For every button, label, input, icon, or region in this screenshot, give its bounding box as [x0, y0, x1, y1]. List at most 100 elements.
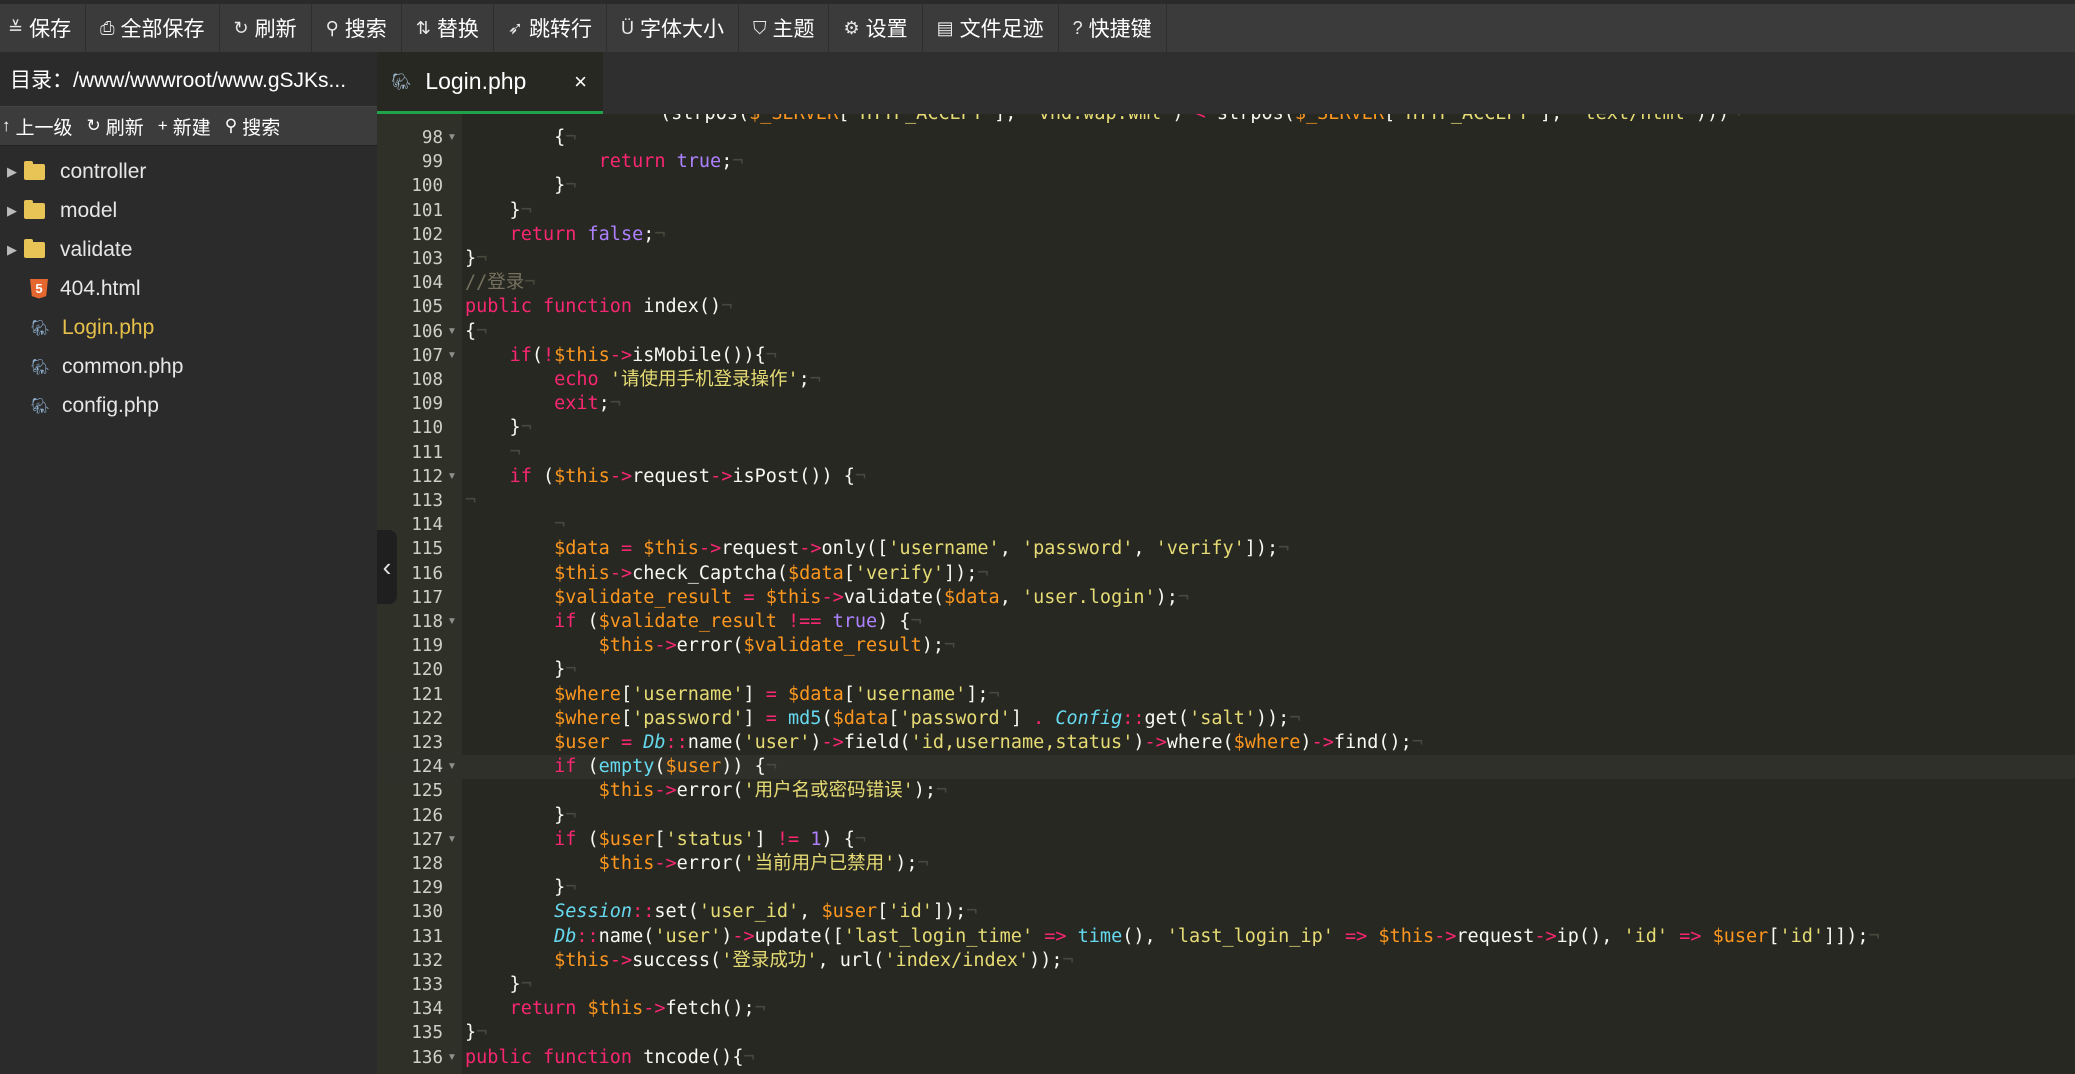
code-line: 131 Db::name('user')->update(['last_logi…	[377, 925, 2075, 949]
code-text: if ($validate_result !== true) {¬	[554, 611, 922, 632]
search-button[interactable]: ⚲ 搜索	[312, 4, 402, 52]
fold-arrow-icon[interactable]: ▼	[447, 755, 457, 779]
toolbar-label: 搜索	[344, 18, 387, 41]
fold-arrow-icon[interactable]: ▼	[447, 1046, 457, 1070]
line-number: 118	[411, 612, 443, 632]
code-line: 111 ¬	[377, 441, 2075, 465]
goto-line-icon: ➶	[507, 17, 523, 38]
collapse-sidebar-button[interactable]: ‹	[377, 530, 397, 604]
search-button[interactable]: ⚲ 搜索	[223, 113, 292, 140]
save-button[interactable]: ≚ 保存	[0, 4, 87, 52]
line-number: 129	[411, 878, 443, 899]
code-line: 110 }¬	[377, 416, 2075, 440]
line-number: 123	[411, 733, 443, 753]
sidebar-tool-label: 搜索	[242, 117, 281, 139]
code-line: 105 public function index()¬	[377, 295, 2075, 319]
code-text: $data = $this->request->only(['username'…	[554, 538, 1290, 560]
code-text: if ($this->request->isPost()) {¬	[509, 465, 867, 487]
folder-icon	[24, 238, 45, 258]
line-number: 107	[411, 345, 443, 366]
expand-arrow-icon[interactable]: ▶	[0, 164, 24, 180]
fold-arrow-icon[interactable]: ▼	[447, 344, 457, 368]
file-name: model	[60, 198, 118, 222]
code-text: }¬	[465, 417, 532, 439]
fold-arrow-icon[interactable]: ▼	[447, 828, 457, 852]
code-line: 115 $data = $this->request->only(['usern…	[377, 537, 2075, 561]
code-text: return false;¬	[509, 223, 666, 245]
line-number: 120	[411, 660, 443, 681]
code-text: }¬	[465, 175, 577, 197]
goto-line-button[interactable]: ➶ 跳转行	[494, 4, 607, 52]
code-text: if (empty($user)) {¬	[554, 756, 777, 778]
code-text: Db::name('user')->update(['last_login_ti…	[554, 925, 1880, 947]
line-number: 122	[411, 708, 443, 729]
code-line: 102 return false;¬	[377, 223, 2075, 247]
code-line: 119 $this->error($validate_result);¬	[377, 634, 2075, 658]
code-line: 109 exit;¬	[377, 392, 2075, 416]
file-item[interactable]: 🐘︎ config.php	[0, 386, 377, 425]
fold-arrow-icon[interactable]: ▼	[447, 465, 457, 489]
line-number: 112	[411, 466, 443, 487]
code-line: 117 $validate_result = $this->validate($…	[377, 586, 2075, 610]
file-name: 404.html	[60, 276, 141, 300]
save-all-button[interactable]: ⎙ 全部保存	[86, 4, 220, 52]
replace-button[interactable]: ⇅ 替换	[402, 4, 494, 52]
code-line: 107 ▼ if(!$this->isMobile()){¬	[377, 344, 2075, 368]
code-line: 98 ▼ {¬	[377, 126, 2075, 150]
code-text: }¬	[465, 1022, 488, 1044]
settings-button[interactable]: ⚙ 设置	[829, 4, 923, 52]
line-number: 124	[411, 757, 443, 778]
expand-arrow-icon[interactable]: ▶	[0, 242, 24, 258]
new-button[interactable]: + 新建	[156, 113, 223, 140]
font-size-icon: Ü	[620, 17, 634, 38]
line-number: 101	[411, 200, 443, 221]
code-line: 121 $where['username'] = $data['username…	[377, 683, 2075, 707]
editor-toolbar: ≚ 保存 ⎙ 全部保存 ↻ 刷新 ⚲ 搜索 ⇅ 替换 ➶ 跳转行 Ü 字体大小 ⛉ 主题 ⚙ 设置 ▤ 文件足迹? 快捷…	[0, 0, 2075, 52]
refresh-button[interactable]: ↻ 刷新	[220, 4, 312, 52]
refresh-icon: ↻	[233, 17, 249, 38]
code-line: 129 }¬	[377, 876, 2075, 900]
code-text: if ($user['status'] != 1) {¬	[554, 828, 867, 850]
up-level-button[interactable]: ↑ 上一级	[0, 113, 85, 140]
fold-arrow-icon[interactable]: ▼	[447, 610, 457, 634]
sidebar-tool-label: 上一级	[15, 117, 73, 139]
fold-arrow-icon[interactable]: ▼	[447, 126, 457, 150]
replace-icon: ⇅	[415, 17, 431, 38]
line-number: 135	[411, 1023, 443, 1044]
close-icon[interactable]: ×	[574, 69, 587, 95]
expand-arrow-icon[interactable]: ▶	[0, 203, 24, 219]
code-line: 108 echo '请使用手机登录操作';¬	[377, 368, 2075, 392]
folder-item[interactable]: ▶ validate	[0, 230, 377, 269]
file-tree: ▶ controller ▶ model ▶ validate 5 404.html 🐘︎ Log…	[0, 146, 377, 425]
folder-item[interactable]: ▶ model	[0, 191, 377, 230]
code-text: exit;¬	[554, 393, 621, 415]
code-line: 113 ¬	[377, 489, 2075, 513]
help-icon: ?	[1072, 17, 1083, 38]
folder-item[interactable]: ▶ controller	[0, 152, 377, 191]
refresh-button[interactable]: ↻ 刷新	[85, 113, 156, 140]
code-line: 135 }¬	[377, 1021, 2075, 1045]
file-item[interactable]: 🐘︎ common.php	[0, 347, 377, 386]
file-item[interactable]: 5 404.html	[0, 269, 377, 308]
code-line: 123 $user = Db::name('user')->field('id,…	[377, 731, 2075, 755]
file-item[interactable]: 🐘︎ Login.php	[0, 308, 377, 347]
tab-login-php[interactable]: 🐘︎ Login.php ×	[377, 52, 603, 114]
fold-arrow-icon[interactable]: ▼	[447, 320, 457, 344]
help-button[interactable]: ? 快捷键	[1059, 4, 1167, 52]
code-text: $this->error('用户名或密码错误');¬	[598, 780, 948, 802]
html5-file-icon: 5	[30, 278, 48, 299]
line-number: 119	[411, 636, 443, 657]
code-line: 124 ▼ if (empty($user)) {¬	[377, 755, 2075, 780]
file-name: common.php	[62, 354, 184, 378]
code-text: {¬	[465, 320, 488, 342]
theme-button[interactable]: ⛉ 主题	[739, 4, 830, 52]
font-size-button[interactable]: Ü 字体大小	[607, 4, 739, 52]
line-number: 99	[421, 152, 443, 173]
line-number: 113	[411, 491, 443, 511]
toolbar-label: 快捷键	[1088, 18, 1152, 41]
code-editor[interactable]: (strpos($_SERVER['HTTP_ACCEPT'], 'vnd.wa…	[377, 114, 2075, 1074]
code-text: $this->check_Captcha($data['verify']);¬	[554, 562, 989, 584]
history-button[interactable]: ▤ 文件足迹	[923, 4, 1059, 52]
file-name: validate	[60, 237, 133, 261]
line-number: 98	[421, 128, 443, 148]
